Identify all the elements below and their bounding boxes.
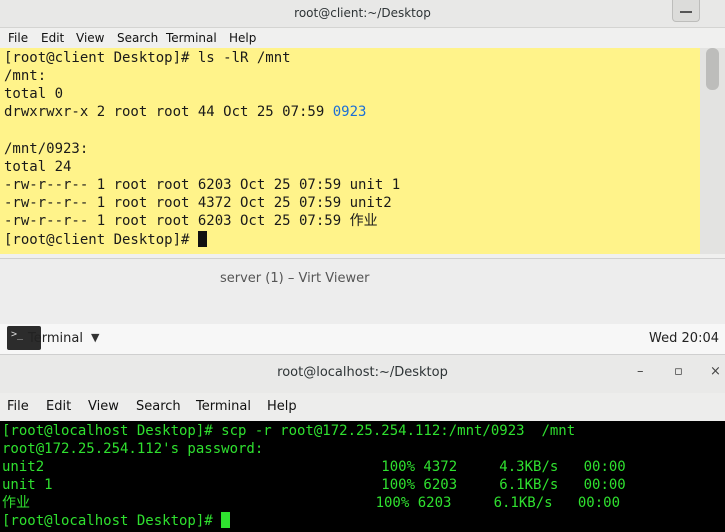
terminal-line: total 24 [4,159,72,175]
menu-edit[interactable]: Edit [41,31,64,45]
menu-search[interactable]: Search [136,399,181,414]
text-cursor [197,231,207,247]
menu-search[interactable]: Search [117,31,158,45]
menu-terminal[interactable]: Terminal [166,31,217,45]
client-terminal-window: root@client:~/Desktop File Edit View Sea… [0,0,725,258]
terminal-prompt-line: [root@localhost Desktop]# [2,512,231,530]
menu-file[interactable]: File [7,399,29,414]
scrollbar-thumb[interactable] [706,48,719,90]
menu-file[interactable]: File [8,31,28,45]
client-window-title: root@client:~/Desktop [294,6,431,20]
minimize-button[interactable]: – [637,364,644,379]
client-titlebar[interactable]: root@client:~/Desktop [0,0,725,28]
terminal-line: unit 1 100% 6203 6.1KB/s 00:00 [2,477,626,493]
minimize-icon [680,11,692,13]
terminal-line: [root@client Desktop]# ls -lR /mnt [4,50,291,66]
chevron-down-icon[interactable]: ▼ [91,331,99,344]
terminal-line: root@172.25.254.112's password: [2,441,264,457]
menu-view[interactable]: View [76,31,104,45]
virt-viewer-titlebar[interactable]: server (1) – Virt Viewer [0,258,725,325]
terminal-line: /mnt: [4,68,47,84]
terminal-line: total 0 [4,86,64,102]
app-menu-label[interactable]: Terminal [28,331,83,346]
top-panel: >_ Terminal ▼ Wed 20:04 [0,324,725,355]
terminal-prompt: [root@client Desktop]# [4,232,198,248]
menu-help[interactable]: Help [229,31,256,45]
terminal-line: 作业 100% 6203 6.1KB/s 00:00 [2,495,621,511]
client-scrollbar[interactable] [700,48,725,254]
terminal-text: drwxrwxr-x 2 root root 44 Oct 25 07:59 [4,104,333,120]
menu-edit[interactable]: Edit [46,399,71,414]
terminal-line: [root@localhost Desktop]# scp -r root@17… [2,423,576,439]
server-titlebar[interactable]: root@localhost:~/Desktop – ▫ × [0,355,725,393]
panel-clock[interactable]: Wed 20:04 [649,331,719,346]
terminal-prompt: [root@localhost Desktop]# [2,513,222,529]
text-cursor [221,512,231,528]
close-button[interactable]: × [710,364,721,379]
maximize-button[interactable]: ▫ [674,364,683,379]
client-menubar: File Edit View Search Terminal Help [0,28,725,48]
minimize-button[interactable] [672,0,700,22]
terminal-icon: >_ [11,329,24,340]
directory-name: 0923 [332,104,367,120]
menu-view[interactable]: View [88,399,119,414]
terminal-line: unit2 100% 4372 4.3KB/s 00:00 [2,459,626,475]
terminal-line: /mnt/0923: [4,141,89,157]
menu-help[interactable]: Help [267,399,297,414]
client-terminal-output[interactable]: [root@client Desktop]# ls -lR /mnt /mnt:… [0,48,700,254]
server-terminal-window: root@localhost:~/Desktop – ▫ × File Edit… [0,355,725,532]
menu-terminal[interactable]: Terminal [196,399,251,414]
virt-viewer-title: server (1) – Virt Viewer [220,271,370,286]
terminal-line: drwxrwxr-x 2 root root 44 Oct 25 07:59 0… [4,103,366,121]
terminal-line: -rw-r--r-- 1 root root 6203 Oct 25 07:59… [4,177,401,193]
terminal-line: -rw-r--r-- 1 root root 6203 Oct 25 07:59… [4,213,378,229]
terminal-line: -rw-r--r-- 1 root root 4372 Oct 25 07:59… [4,195,392,211]
terminal-prompt-line: [root@client Desktop]# [4,231,207,249]
server-window-title: root@localhost:~/Desktop [277,365,448,380]
server-terminal-output[interactable]: [root@localhost Desktop]# scp -r root@17… [0,421,725,532]
